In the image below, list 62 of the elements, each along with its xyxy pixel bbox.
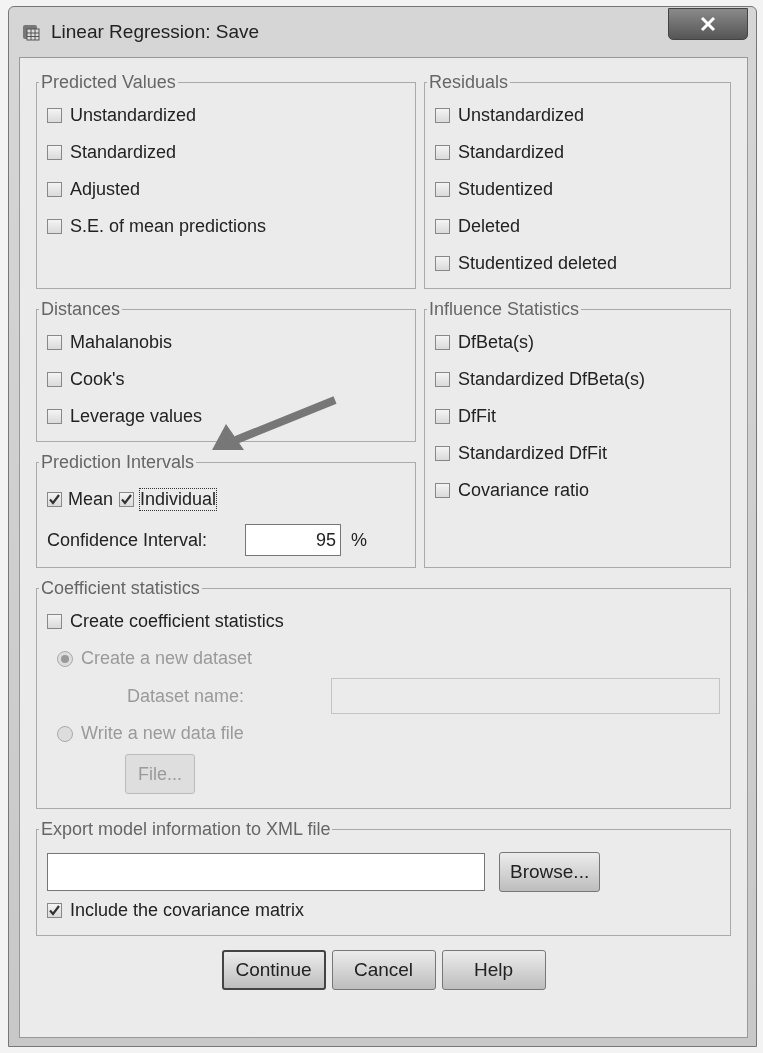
checkbox-label[interactable]: Leverage values xyxy=(70,406,203,427)
checkbox-label[interactable]: Unstandardized xyxy=(458,105,585,126)
group-title: Predicted Values xyxy=(40,72,177,93)
group-title: Export model information to XML file xyxy=(40,819,332,840)
checkbox-label[interactable]: Standardized DfFit xyxy=(458,443,608,464)
checkbox[interactable] xyxy=(47,614,62,629)
checkbox-label[interactable]: Mahalanobis xyxy=(70,332,173,353)
checkbox-label[interactable]: Mean xyxy=(68,488,114,510)
group-title: Influence Statistics xyxy=(428,299,581,320)
checkbox[interactable] xyxy=(435,446,450,461)
checkbox[interactable] xyxy=(435,409,450,424)
checkbox[interactable] xyxy=(435,335,450,350)
file-path-field[interactable] xyxy=(47,853,485,891)
checkbox-label[interactable]: Adjusted xyxy=(70,179,141,200)
browse-button[interactable]: Browse... xyxy=(499,852,601,892)
checkbox-label[interactable]: Deleted xyxy=(458,216,521,237)
checkbox-label[interactable]: S.E. of mean predictions xyxy=(70,216,267,237)
window-title: Linear Regression: Save xyxy=(51,21,261,43)
checkbox[interactable] xyxy=(47,372,62,387)
checkbox[interactable] xyxy=(47,108,62,123)
group-title: Residuals xyxy=(428,72,510,93)
checkbox-label[interactable]: Standardized xyxy=(458,142,565,163)
dialog-button[interactable]: Help xyxy=(441,950,546,990)
checkbox-label[interactable]: Standardized DfBeta(s) xyxy=(458,369,646,390)
group-title: Distances xyxy=(40,299,122,320)
checkbox[interactable] xyxy=(47,335,62,350)
checkbox[interactable] xyxy=(435,483,450,498)
field-label: Dataset name: xyxy=(127,685,245,707)
checkbox-label[interactable]: Standardized xyxy=(70,142,177,163)
checkbox-label[interactable]: Individual xyxy=(140,488,217,510)
checkbox[interactable] xyxy=(435,372,450,387)
unit-label: % xyxy=(351,529,368,551)
checkbox[interactable] xyxy=(119,491,135,507)
checkbox[interactable] xyxy=(435,182,450,197)
checkbox[interactable] xyxy=(47,145,62,160)
checkbox[interactable] xyxy=(435,145,450,160)
checkbox[interactable] xyxy=(47,219,62,234)
checkbox-label[interactable]: DfFit xyxy=(458,406,496,427)
group-title: Prediction Intervals xyxy=(40,452,196,473)
checkbox[interactable] xyxy=(47,903,62,918)
close-icon xyxy=(699,16,717,32)
checkbox[interactable] xyxy=(435,256,450,271)
close-button[interactable] xyxy=(668,8,748,40)
field-label: Confidence Interval: xyxy=(47,529,208,551)
checkbox-label[interactable]: Studentized xyxy=(458,179,554,200)
dialog-button[interactable]: Cancel xyxy=(331,950,436,990)
checkbox[interactable] xyxy=(435,108,450,123)
checkbox[interactable] xyxy=(47,182,62,197)
checkbox[interactable] xyxy=(435,219,450,234)
checkbox[interactable] xyxy=(47,409,62,424)
checkbox-label[interactable]: Covariance ratio xyxy=(458,480,590,501)
checkbox-label[interactable]: Create coefficient statistics xyxy=(70,611,284,632)
checkbox-label[interactable]: Studentized deleted xyxy=(458,253,618,274)
checkbox-label[interactable]: Unstandardized xyxy=(70,105,197,126)
dialog-button[interactable]: Continue xyxy=(221,950,326,990)
group-title: Coefficient statistics xyxy=(40,578,201,599)
checkbox-label[interactable]: DfBeta(s) xyxy=(458,332,535,353)
checkbox[interactable] xyxy=(47,491,62,507)
checkbox-label[interactable]: Include the covariance matrix xyxy=(70,900,305,921)
checkbox-label[interactable]: Cook's xyxy=(70,369,125,390)
table-icon xyxy=(21,22,41,42)
confidence-field[interactable]: 95 xyxy=(245,524,342,556)
